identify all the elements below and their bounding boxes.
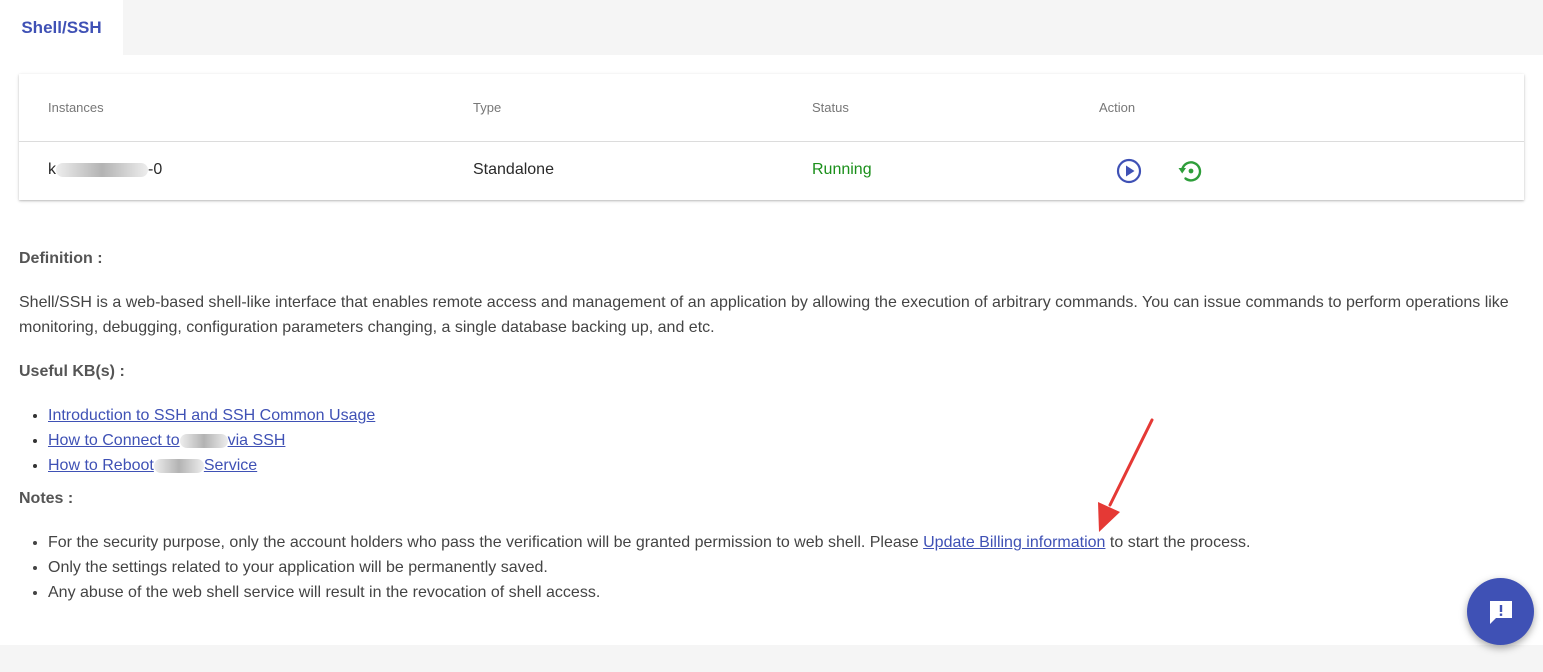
instance-name: k -0 <box>48 161 162 179</box>
footer-band <box>0 645 1543 672</box>
table-header: Instances Type Status Action <box>19 74 1524 142</box>
kb-link-connect-ssh[interactable]: How to Connect to via SSH <box>48 432 285 449</box>
kb-link-connect-part1: How to Connect to <box>48 432 180 449</box>
notes-list: For the security purpose, only the accou… <box>19 530 1250 605</box>
list-item: Introduction to SSH and SSH Common Usage <box>48 403 375 428</box>
list-item: How to Reboot Service <box>48 453 375 478</box>
tab-shell-ssh[interactable]: Shell/SSH <box>0 0 123 55</box>
column-header-type: Type <box>473 100 502 115</box>
tab-bar: Shell/SSH <box>0 0 1543 55</box>
instances-table: Instances Type Status Action k -0 Standal… <box>19 74 1524 200</box>
kb-link-reboot-part1: How to Reboot <box>48 457 154 474</box>
list-item: Any abuse of the web shell service will … <box>48 580 1250 605</box>
feedback-icon <box>1489 600 1512 624</box>
tab-shell-ssh-label: Shell/SSH <box>21 17 102 37</box>
instance-type: Standalone <box>473 161 554 178</box>
notes-heading: Notes : <box>19 490 74 507</box>
status-badge: Running <box>812 161 872 178</box>
note-text-after: to start the process. <box>1105 534 1251 551</box>
feedback-button[interactable] <box>1467 578 1534 645</box>
list-item: For the security purpose, only the accou… <box>48 530 1250 555</box>
kb-list: Introduction to SSH and SSH Common Usage… <box>19 403 375 478</box>
instance-name-prefix: k <box>48 161 56 178</box>
redaction-blur <box>179 433 228 448</box>
update-billing-link[interactable]: Update Billing information <box>923 534 1105 551</box>
redaction-blur <box>56 162 148 177</box>
kb-link-ssh-intro[interactable]: Introduction to SSH and SSH Common Usage <box>48 407 375 424</box>
definition-heading: Definition : <box>19 250 103 267</box>
kb-link-reboot-service[interactable]: How to Reboot Service <box>48 457 257 474</box>
column-header-status: Status <box>812 100 849 115</box>
kb-link-reboot-part2: Service <box>203 457 258 474</box>
play-circle-icon[interactable] <box>1115 157 1143 185</box>
kb-heading: Useful KB(s) : <box>19 363 125 380</box>
restart-icon[interactable] <box>1176 157 1204 185</box>
list-item: How to Connect to via SSH <box>48 428 375 453</box>
column-header-instances: Instances <box>48 100 104 115</box>
redaction-blur <box>153 458 204 473</box>
note-text-before: For the security purpose, only the accou… <box>48 534 924 551</box>
table-row: k -0 Standalone Running <box>19 142 1524 200</box>
list-item: Only the settings related to your applic… <box>48 555 1250 580</box>
column-header-action: Action <box>1099 100 1136 115</box>
kb-link-connect-part2: via SSH <box>227 432 286 449</box>
instance-name-suffix: -0 <box>148 161 163 178</box>
definition-text: Shell/SSH is a web-based shell-like inte… <box>19 294 1509 336</box>
